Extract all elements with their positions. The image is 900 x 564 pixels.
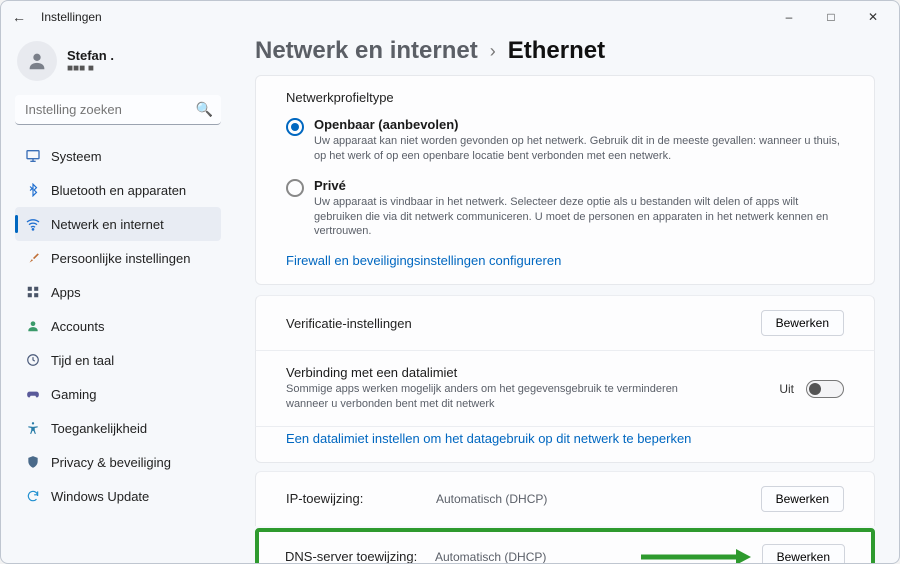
- ip-edit-button[interactable]: Bewerken: [761, 486, 844, 512]
- radio-private[interactable]: Privé Uw apparaat is vindbaar in het net…: [286, 178, 844, 240]
- sidebar-item-tijd-en-taal[interactable]: Tijd en taal: [15, 343, 221, 377]
- dns-row-highlighted: DNS-server toewijzing: Automatisch (DHCP…: [255, 528, 875, 563]
- sidebar-item-label: Toegankelijkheid: [51, 421, 147, 436]
- profile-email: ■■■ ■: [67, 63, 114, 74]
- sidebar-item-systeem[interactable]: Systeem: [15, 139, 221, 173]
- app-title: Instellingen: [41, 10, 102, 24]
- radio-public-indicator[interactable]: [286, 118, 304, 136]
- accessibility-icon: [25, 420, 41, 436]
- sidebar-item-accounts[interactable]: Accounts: [15, 309, 221, 343]
- metered-desc: Sommige apps werken mogelijk anders om h…: [286, 382, 706, 412]
- sidebar-item-label: Systeem: [51, 149, 102, 164]
- bluetooth-icon: [25, 182, 41, 198]
- sidebar-item-bluetooth-en-apparaten[interactable]: Bluetooth en apparaten: [15, 173, 221, 207]
- sidebar-item-label: Tijd en taal: [51, 353, 114, 368]
- annotation-arrow-icon: [641, 547, 751, 563]
- sidebar-item-label: Bluetooth en apparaten: [51, 183, 186, 198]
- ip-label: IP-toewijzing:: [286, 491, 436, 506]
- sidebar-item-netwerk-en-internet[interactable]: Netwerk en internet: [15, 207, 221, 241]
- search-input[interactable]: [15, 95, 221, 125]
- profile-block[interactable]: Stefan . ■■■ ■: [17, 41, 221, 81]
- clock-icon: [25, 352, 41, 368]
- ip-value: Automatisch (DHCP): [436, 492, 761, 506]
- sidebar-item-label: Accounts: [51, 319, 104, 334]
- sidebar-item-label: Privacy & beveiliging: [51, 455, 171, 470]
- sidebar-item-apps[interactable]: Apps: [15, 275, 221, 309]
- breadcrumb-parent[interactable]: Netwerk en internet: [255, 37, 478, 65]
- radio-private-indicator[interactable]: [286, 179, 304, 197]
- sidebar-item-toegankelijkheid[interactable]: Toegankelijkheid: [15, 411, 221, 445]
- radio-public[interactable]: Openbaar (aanbevolen) Uw apparaat kan ni…: [286, 117, 844, 164]
- radio-public-label: Openbaar (aanbevolen): [314, 117, 844, 132]
- search-icon: 🔍: [196, 101, 213, 118]
- update-icon: [25, 488, 41, 504]
- back-button[interactable]: ←: [9, 9, 29, 25]
- sidebar-item-label: Gaming: [51, 387, 97, 402]
- sidebar-item-privacy-beveiliging[interactable]: Privacy & beveiliging: [15, 445, 221, 479]
- sidebar-item-windows-update[interactable]: Windows Update: [15, 479, 221, 513]
- metered-title: Verbinding met een datalimiet: [286, 365, 779, 380]
- sidebar-item-gaming[interactable]: Gaming: [15, 377, 221, 411]
- dns-edit-button[interactable]: Bewerken: [762, 544, 845, 563]
- avatar: [17, 41, 57, 81]
- section-title-profile-type: Netwerkprofieltype: [286, 90, 844, 105]
- auth-edit-button[interactable]: Bewerken: [761, 310, 844, 336]
- radio-private-label: Privé: [314, 178, 844, 193]
- radio-public-desc: Uw apparaat kan niet worden gevonden op …: [314, 134, 844, 164]
- sidebar-item-label: Windows Update: [51, 489, 149, 504]
- apps-icon: [25, 284, 41, 300]
- sidebar-item-label: Netwerk en internet: [51, 217, 164, 232]
- radio-private-desc: Uw apparaat is vindbaar in het netwerk. …: [314, 195, 844, 240]
- sidebar-item-persoonlijke-instellingen[interactable]: Persoonlijke instellingen: [15, 241, 221, 275]
- dns-label: DNS-server toewijzing:: [285, 549, 435, 563]
- monitor-icon: [25, 148, 41, 164]
- firewall-link[interactable]: Firewall en beveiligingsinstellingen con…: [286, 253, 844, 268]
- auth-title: Verificatie-instellingen: [286, 316, 761, 331]
- game-icon: [25, 386, 41, 402]
- shield-icon: [25, 454, 41, 470]
- profile-name: Stefan .: [67, 48, 114, 63]
- wifi-icon: [25, 216, 41, 232]
- sidebar-item-label: Apps: [51, 285, 81, 300]
- minimize-button[interactable]: –: [771, 5, 807, 29]
- maximize-button[interactable]: □: [813, 5, 849, 29]
- metered-state: Uit: [779, 382, 794, 396]
- breadcrumb: Netwerk en internet › Ethernet: [255, 37, 875, 65]
- close-button[interactable]: ✕: [855, 5, 891, 29]
- metered-link[interactable]: Een datalimiet instellen om het datagebr…: [286, 431, 691, 446]
- sidebar-item-label: Persoonlijke instellingen: [51, 251, 190, 266]
- brush-icon: [25, 250, 41, 266]
- chevron-right-icon: ›: [490, 41, 496, 62]
- breadcrumb-current: Ethernet: [508, 37, 605, 65]
- person-icon: [25, 318, 41, 334]
- metered-toggle[interactable]: [806, 380, 844, 398]
- search-box[interactable]: 🔍: [15, 95, 221, 125]
